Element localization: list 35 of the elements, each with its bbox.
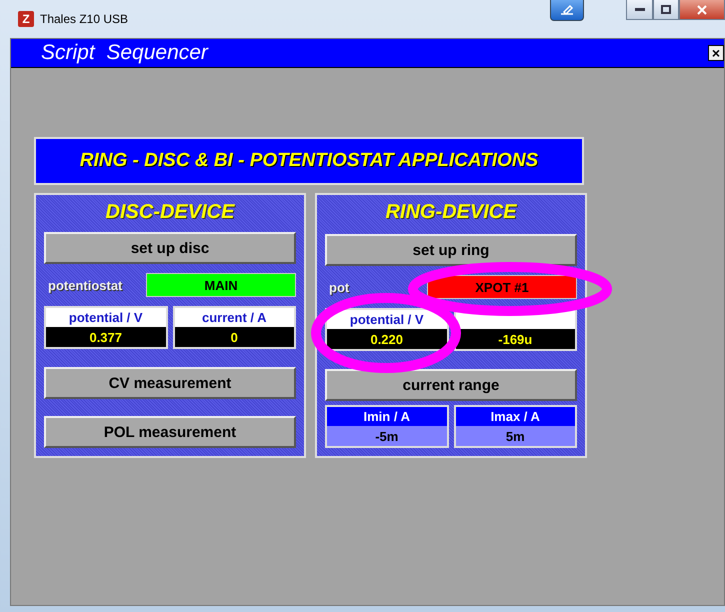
banner-title: RING - DISC & BI - POTENTIOSTAT APPLICATIONS — [34, 137, 584, 185]
readout-header: current / A — [174, 308, 294, 327]
readout-header: potential / V — [327, 310, 446, 329]
readout-value: 0.220 — [327, 329, 446, 349]
maximize-icon — [661, 5, 671, 14]
readout-header: Imin / A — [327, 407, 446, 426]
potentiostat-field: XPOT #1 — [427, 275, 577, 299]
panel-title: DISC-DEVICE — [104, 201, 236, 224]
readout-value: -169u — [456, 329, 575, 349]
readout-value: -5m — [327, 426, 446, 446]
potentiostat-field: MAIN — [146, 273, 296, 297]
pen-icon — [559, 4, 575, 16]
potentiostat-label: potentiostat — [47, 278, 124, 292]
readout-header: potential / V — [46, 308, 166, 327]
measurement-button[interactable]: current range — [325, 369, 577, 401]
readout-value: 0.377 — [46, 327, 166, 347]
measurement-button[interactable]: CV measurement — [44, 367, 296, 399]
app-icon: Z — [18, 11, 34, 27]
potentiostat-label: pot — [328, 280, 350, 294]
window-title: Thales Z10 USB — [40, 12, 128, 26]
measurement-button[interactable]: POL measurement — [44, 416, 296, 448]
maximize-button[interactable] — [653, 0, 679, 20]
setup-button[interactable]: set up ring — [325, 234, 577, 266]
readout-value: 0 — [174, 327, 294, 347]
panel-title: RING-DEVICE — [384, 201, 518, 225]
readout-value: 5m — [456, 426, 575, 446]
pen-button[interactable] — [550, 0, 584, 21]
close-button[interactable] — [679, 0, 725, 20]
dialog-close-button[interactable]: × — [708, 45, 724, 61]
close-icon — [697, 4, 707, 14]
readout-header: Imax / A — [456, 407, 575, 426]
dialog-title: Script Sequencer — [41, 41, 208, 65]
setup-button[interactable]: set up disc — [44, 232, 296, 264]
minimize-button[interactable] — [626, 0, 653, 20]
minimize-icon — [634, 8, 644, 12]
